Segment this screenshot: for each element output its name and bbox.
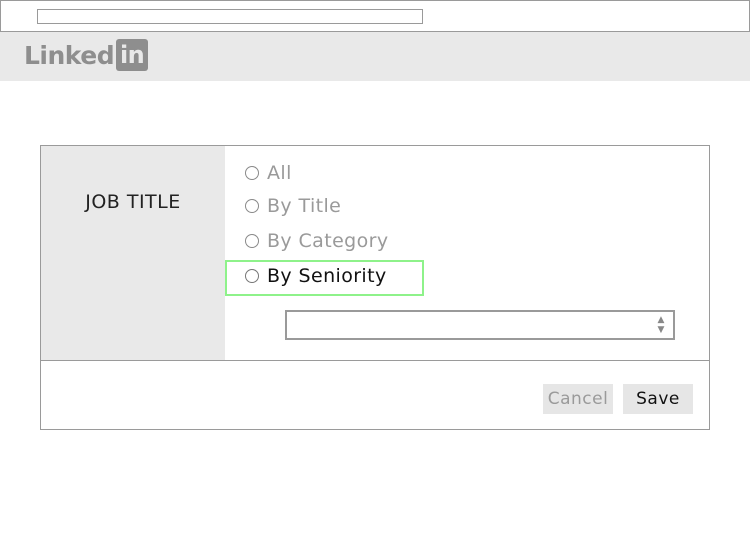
radio-icon[interactable] bbox=[245, 234, 259, 248]
option-label: All bbox=[267, 162, 292, 184]
address-bar[interactable] bbox=[37, 9, 423, 24]
cancel-button[interactable]: Cancel bbox=[543, 384, 613, 414]
linkedin-logo[interactable]: Linked in bbox=[24, 38, 149, 72]
option-label: By Title bbox=[267, 195, 342, 217]
radio-icon[interactable] bbox=[245, 269, 259, 283]
footer-divider bbox=[41, 360, 709, 361]
logo-text: Linked bbox=[24, 40, 115, 70]
option-by-seniority[interactable]: By Seniority bbox=[245, 263, 387, 289]
radio-icon[interactable] bbox=[245, 166, 259, 180]
radio-icon[interactable] bbox=[245, 199, 259, 213]
save-button[interactable]: Save bbox=[623, 384, 693, 414]
section-label-panel: JOB TITLE bbox=[41, 146, 225, 360]
browser-toolbar bbox=[0, 0, 750, 32]
job-title-filter-dialog: JOB TITLE All By Title By Category By Se… bbox=[40, 145, 710, 430]
option-by-title[interactable]: By Title bbox=[245, 193, 341, 219]
option-by-category[interactable]: By Category bbox=[245, 228, 389, 254]
updown-arrows-icon: ▲ ▼ bbox=[657, 315, 665, 335]
option-all[interactable]: All bbox=[245, 160, 292, 186]
option-label: By Category bbox=[267, 230, 389, 252]
option-label: By Seniority bbox=[267, 265, 387, 287]
seniority-select[interactable]: ▲ ▼ bbox=[285, 310, 675, 340]
page: Linked in JOB TITLE All By Title By Cate… bbox=[0, 0, 750, 550]
section-label: JOB TITLE bbox=[85, 191, 181, 213]
logo-box: in bbox=[116, 39, 149, 71]
